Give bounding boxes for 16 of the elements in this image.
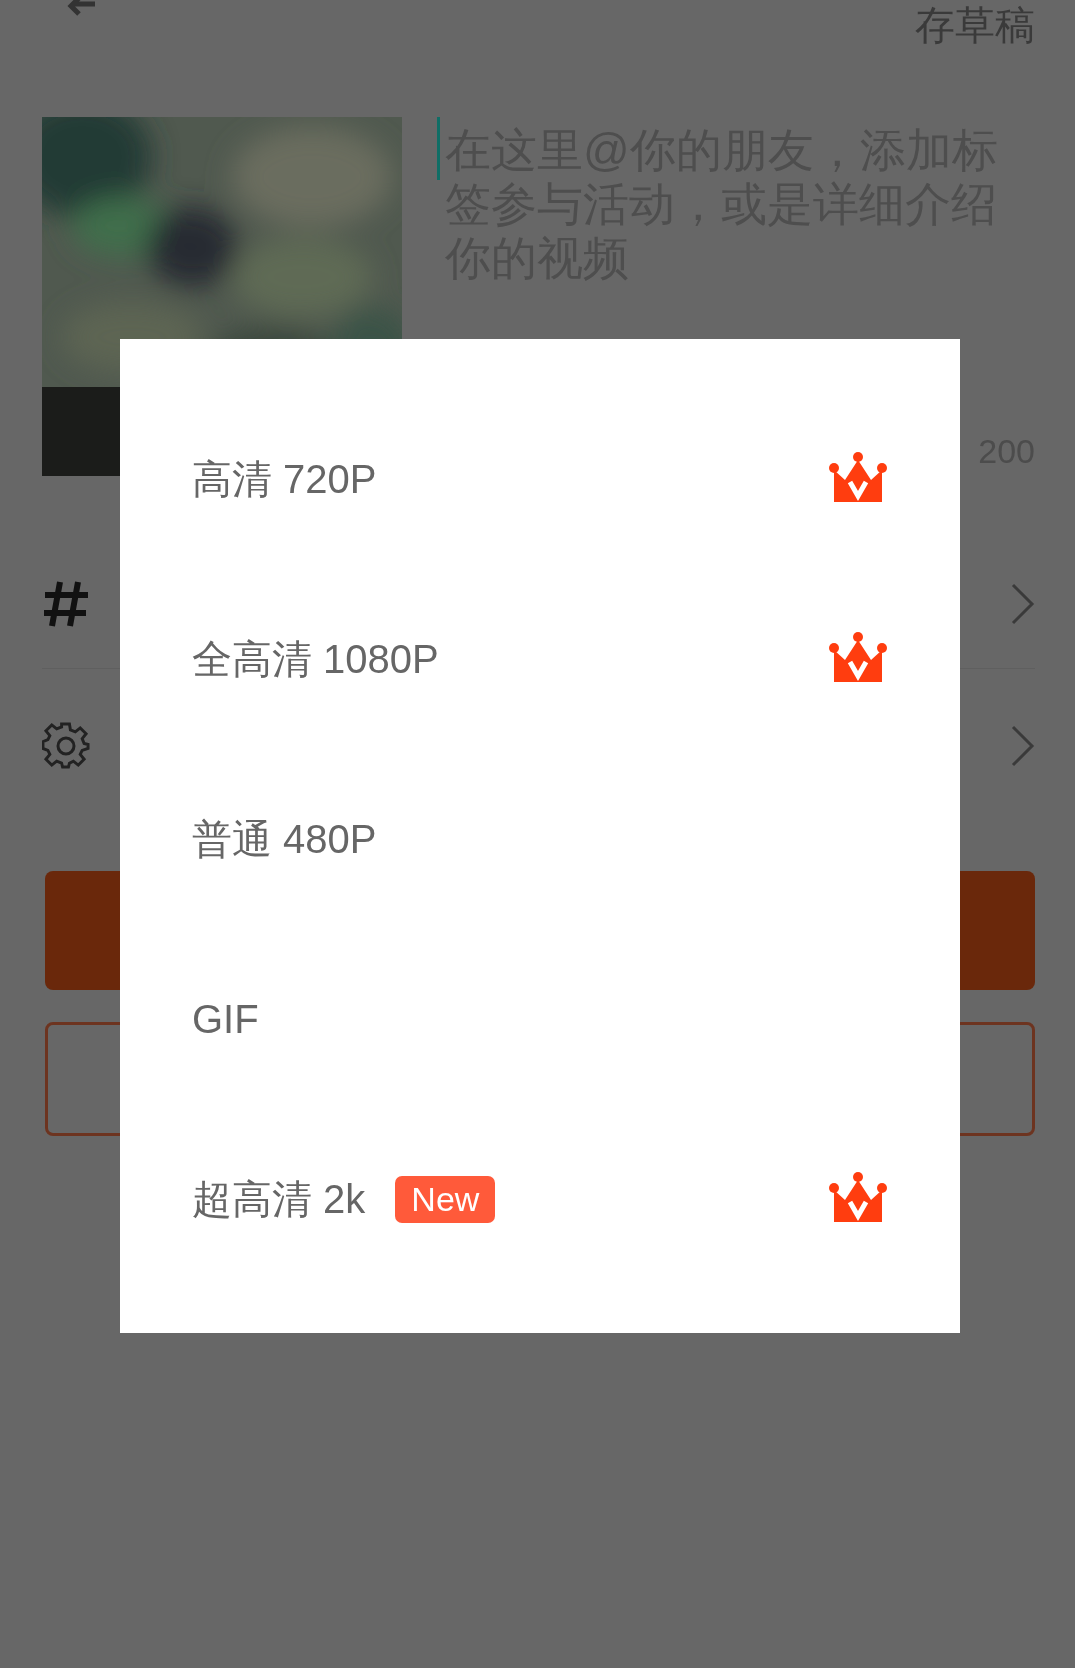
quality-option[interactable]: 高清 720P [120, 389, 960, 569]
hashtag-icon [42, 580, 90, 628]
option-label: 普通 480P [192, 815, 377, 863]
option-label: 高清 720P [192, 455, 377, 503]
settings-icon [42, 722, 90, 770]
chevron-right-icon[interactable] [1011, 583, 1035, 625]
quality-option[interactable]: GIF [120, 929, 960, 1109]
quality-option[interactable]: 全高清 1080P [120, 569, 960, 749]
quality-option[interactable]: 超高清 2k New [120, 1109, 960, 1289]
new-badge: New [395, 1175, 496, 1223]
chevron-right-icon[interactable] [1011, 725, 1035, 767]
option-label: GIF [192, 996, 259, 1042]
option-label: 全高清 1080P [192, 635, 439, 683]
option-label: 超高清 2k [192, 1175, 366, 1223]
text-cursor [437, 117, 440, 180]
quality-option[interactable]: 普通 480P [120, 749, 960, 929]
